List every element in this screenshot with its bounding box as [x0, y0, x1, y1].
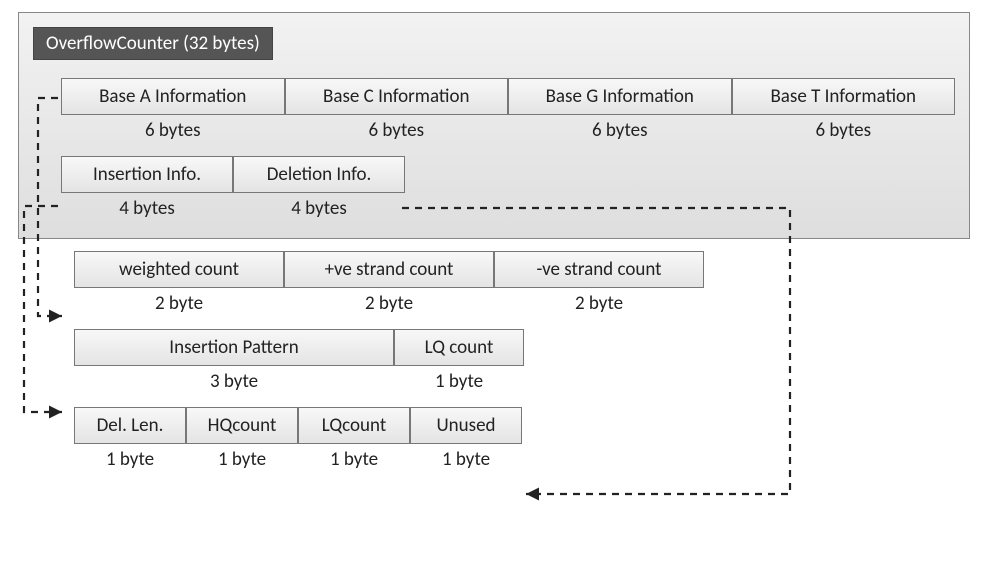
- lq-count-cell: LQ count: [394, 329, 524, 366]
- deletion-info-size: 4 bytes: [233, 197, 405, 220]
- base-t-cell: Base T Information: [732, 78, 956, 115]
- lq-count-del-cell: LQcount: [298, 407, 410, 444]
- base-expansion-row: weighted count +ve strand count -ve stra…: [74, 251, 982, 288]
- base-info-sizes: 6 bytes 6 bytes 6 bytes 6 bytes: [61, 119, 955, 142]
- insertion-info-size: 4 bytes: [61, 197, 233, 220]
- base-a-cell: Base A Information: [61, 78, 285, 115]
- lq-count-size: 1 byte: [394, 370, 524, 393]
- base-a-size: 6 bytes: [61, 119, 285, 142]
- base-t-size: 6 bytes: [732, 119, 956, 142]
- lq-count-del-size: 1 byte: [298, 448, 410, 471]
- insdel-row: Insertion Info. Deletion Info.: [61, 156, 955, 193]
- expansion-rows: weighted count +ve strand count -ve stra…: [32, 251, 982, 471]
- insertion-info-cell: Insertion Info.: [61, 156, 233, 193]
- insertion-expansion-sizes: 3 byte 1 byte: [74, 370, 982, 393]
- base-c-size: 6 bytes: [285, 119, 509, 142]
- insertion-pattern-size: 3 byte: [74, 370, 394, 393]
- weighted-count-size: 2 byte: [74, 292, 284, 315]
- base-g-cell: Base G Information: [508, 78, 732, 115]
- pos-strand-count-cell: +ve strand count: [284, 251, 494, 288]
- neg-strand-count-cell: -ve strand count: [494, 251, 704, 288]
- weighted-count-cell: weighted count: [74, 251, 284, 288]
- del-len-size: 1 byte: [74, 448, 186, 471]
- deletion-expansion-sizes: 1 byte 1 byte 1 byte 1 byte: [74, 448, 982, 471]
- hq-count-cell: HQcount: [186, 407, 298, 444]
- base-info-row: Base A Information Base C Information Ba…: [61, 78, 955, 115]
- hq-count-size: 1 byte: [186, 448, 298, 471]
- insertion-pattern-cell: Insertion Pattern: [74, 329, 394, 366]
- del-len-cell: Del. Len.: [74, 407, 186, 444]
- deletion-info-cell: Deletion Info.: [233, 156, 405, 193]
- deletion-expansion-row: Del. Len. HQcount LQcount Unused: [74, 407, 982, 444]
- insertion-expansion-row: Insertion Pattern LQ count: [74, 329, 982, 366]
- base-g-size: 6 bytes: [508, 119, 732, 142]
- overflow-counter-box: OverflowCounter (32 bytes) Base A Inform…: [18, 12, 970, 239]
- base-expansion-sizes: 2 byte 2 byte 2 byte: [74, 292, 982, 315]
- unused-cell: Unused: [410, 407, 522, 444]
- title-label: OverflowCounter (32 bytes): [33, 27, 273, 60]
- pos-strand-count-size: 2 byte: [284, 292, 494, 315]
- base-c-cell: Base C Information: [285, 78, 509, 115]
- insdel-sizes: 4 bytes 4 bytes: [61, 197, 955, 220]
- unused-size: 1 byte: [410, 448, 522, 471]
- neg-strand-count-size: 2 byte: [494, 292, 704, 315]
